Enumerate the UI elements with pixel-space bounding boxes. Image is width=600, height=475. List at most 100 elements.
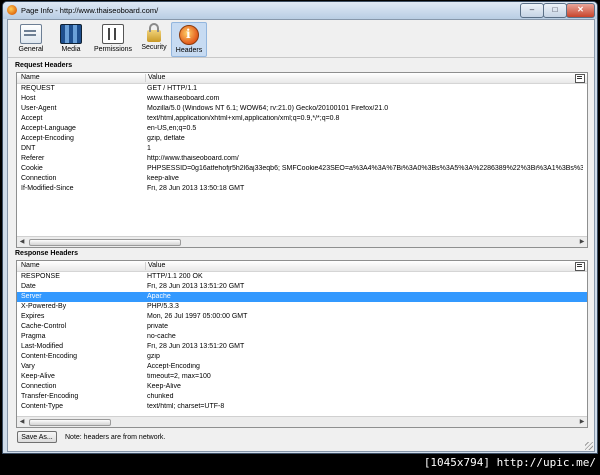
request-headers-table[interactable]: Name Value REQUEST GET / HTTP/1.1 Host www.…	[16, 72, 588, 248]
header-value-cell: gzip, deflate	[147, 135, 185, 142]
tab-permissions-label: Permissions	[93, 46, 133, 53]
tab-permissions[interactable]: Permissions	[90, 22, 136, 55]
table-row[interactable]: X-Powered-By PHP/5.3.3	[17, 302, 587, 312]
header-value-cell: Fri, 28 Jun 2013 13:51:20 GMT	[147, 283, 245, 290]
column-picker-icon[interactable]	[575, 262, 585, 271]
scroll-thumb[interactable]	[29, 239, 181, 246]
response-horizontal-scrollbar[interactable]: ◀ ▶	[17, 416, 587, 427]
header-value-cell: Fri, 28 Jun 2013 13:51:20 GMT	[147, 343, 245, 350]
table-row[interactable]: Content-Type text/html; charset=UTF-8	[17, 402, 587, 412]
header-value-cell: Accept-Encoding	[147, 363, 200, 370]
header-value-cell: gzip	[147, 353, 160, 360]
lock-icon	[147, 23, 161, 42]
header-name-cell: Accept-Encoding	[21, 135, 74, 142]
maximize-button[interactable]: □	[543, 3, 567, 18]
header-name-cell: Keep-Alive	[21, 373, 55, 380]
window-title: Page Info - http://www.thaiseoboard.com/	[21, 6, 159, 15]
resize-grip[interactable]	[585, 442, 593, 450]
scroll-right-arrow-icon[interactable]: ▶	[577, 417, 587, 427]
request-table-header: Name Value	[17, 73, 587, 84]
header-value-cell: text/html,application/xhtml+xml,applicat…	[147, 115, 340, 122]
table-row[interactable]: Accept text/html,application/xhtml+xml,ap…	[17, 114, 587, 124]
tab-general-label: General	[18, 46, 44, 53]
header-name-cell: DNT	[21, 145, 36, 152]
table-row[interactable]: Transfer-Encoding chunked	[17, 392, 587, 402]
page-info-window: Page Info - http://www.thaiseoboard.com/…	[2, 1, 598, 454]
header-value-cell: chunked	[147, 393, 174, 400]
response-col-value[interactable]: Value	[148, 262, 165, 269]
tab-headers-label: Headers	[175, 47, 203, 54]
header-name-cell: Content-Type	[21, 403, 64, 410]
column-divider[interactable]	[145, 74, 146, 82]
table-row[interactable]: Accept-Encoding gzip, deflate	[17, 134, 587, 144]
watermark-text: [1045x794] http://upic.me/	[423, 456, 596, 469]
table-row[interactable]: Pragma no-cache	[17, 332, 587, 342]
table-row[interactable]: Last-Modified Fri, 28 Jun 2013 13:51:20 G…	[17, 342, 587, 352]
firefox-icon	[7, 5, 17, 15]
table-row[interactable]: Content-Encoding gzip	[17, 352, 587, 362]
table-row[interactable]: Cache-Control private	[17, 322, 587, 332]
header-name-cell: REQUEST	[21, 85, 55, 92]
table-row[interactable]: Cookie PHPSESSID=0g16atfehofjr5h2l6aj33eq…	[17, 164, 587, 174]
response-col-name[interactable]: Name	[21, 262, 40, 269]
header-name-cell: Date	[21, 283, 36, 290]
header-name-cell: RESPONSE	[21, 273, 60, 280]
table-row[interactable]: Expires Mon, 26 Jul 1997 05:00:00 GMT	[17, 312, 587, 322]
table-row[interactable]: Host www.thaiseoboard.com	[17, 94, 587, 104]
headers-note: Note: headers are from network.	[65, 434, 166, 441]
title-bar[interactable]: Page Info - http://www.thaiseoboard.com/…	[3, 2, 597, 19]
table-row[interactable]: Date Fri, 28 Jun 2013 13:51:20 GMT	[17, 282, 587, 292]
header-value-cell: Mon, 26 Jul 1997 05:00:00 GMT	[147, 313, 248, 320]
request-col-name[interactable]: Name	[21, 74, 40, 81]
header-name-cell: Expires	[21, 313, 45, 320]
tab-headers[interactable]: Headers	[171, 22, 207, 57]
header-name-cell: Pragma	[21, 333, 46, 340]
table-row[interactable]: Vary Accept-Encoding	[17, 362, 587, 372]
close-button[interactable]: ✕	[566, 3, 595, 18]
header-value-cell: timeout=2, max=100	[147, 373, 211, 380]
table-row[interactable]: Referer http://www.thaiseoboard.com/	[17, 154, 587, 164]
table-row[interactable]: Connection keep-alive	[17, 174, 587, 184]
save-as-button[interactable]: Save As...	[17, 431, 57, 443]
response-headers-table[interactable]: Name Value RESPONSE HTTP/1.1 200 OK Date Fr…	[16, 260, 588, 428]
table-row[interactable]: REQUEST GET / HTTP/1.1	[17, 84, 587, 94]
minimize-button[interactable]: –	[520, 3, 544, 18]
request-col-value[interactable]: Value	[148, 74, 165, 81]
scroll-left-arrow-icon[interactable]: ◀	[17, 237, 27, 247]
table-row[interactable]: Accept-Language en-US,en;q=0.5	[17, 124, 587, 134]
tab-general[interactable]: General	[11, 22, 51, 55]
table-row[interactable]: Keep-Alive timeout=2, max=100	[17, 372, 587, 382]
header-name-cell: Referer	[21, 155, 45, 162]
table-row[interactable]: If-Modified-Since Fri, 28 Jun 2013 13:50:…	[17, 184, 587, 194]
column-picker-icon[interactable]	[575, 74, 585, 83]
header-value-cell: 1	[147, 145, 151, 152]
general-icon	[20, 24, 42, 44]
scroll-thumb[interactable]	[29, 419, 111, 426]
header-value-cell: HTTP/1.1 200 OK	[147, 273, 203, 280]
tab-security[interactable]: Security	[137, 22, 171, 55]
table-row[interactable]: Connection Keep-Alive	[17, 382, 587, 392]
tab-toolbar: General Media Permissions Security Heade…	[8, 20, 594, 58]
header-name-cell: Server	[21, 293, 42, 300]
table-row[interactable]: RESPONSE HTTP/1.1 200 OK	[17, 272, 587, 282]
header-value-cell: Apache	[147, 293, 171, 300]
header-value-cell: no-cache	[147, 333, 176, 340]
scroll-left-arrow-icon[interactable]: ◀	[17, 417, 27, 427]
table-row[interactable]: Server Apache	[17, 292, 587, 302]
header-name-cell: Accept-Language	[21, 125, 76, 132]
headers-info-icon	[179, 25, 199, 45]
header-value-cell: GET / HTTP/1.1	[147, 85, 198, 92]
request-horizontal-scrollbar[interactable]: ◀ ▶	[17, 236, 587, 247]
tab-media[interactable]: Media	[53, 22, 89, 55]
header-name-cell: Content-Encoding	[21, 353, 78, 360]
header-name-cell: X-Powered-By	[21, 303, 67, 310]
header-name-cell: If-Modified-Since	[21, 185, 74, 192]
header-name-cell: Transfer-Encoding	[21, 393, 79, 400]
header-value-cell: www.thaiseoboard.com	[147, 95, 220, 102]
table-row[interactable]: User-Agent Mozilla/5.0 (Windows NT 6.1; W…	[17, 104, 587, 114]
header-name-cell: Cache-Control	[21, 323, 67, 330]
header-value-cell: PHP/5.3.3	[147, 303, 179, 310]
table-row[interactable]: DNT 1	[17, 144, 587, 154]
scroll-right-arrow-icon[interactable]: ▶	[577, 237, 587, 247]
column-divider[interactable]	[145, 262, 146, 270]
